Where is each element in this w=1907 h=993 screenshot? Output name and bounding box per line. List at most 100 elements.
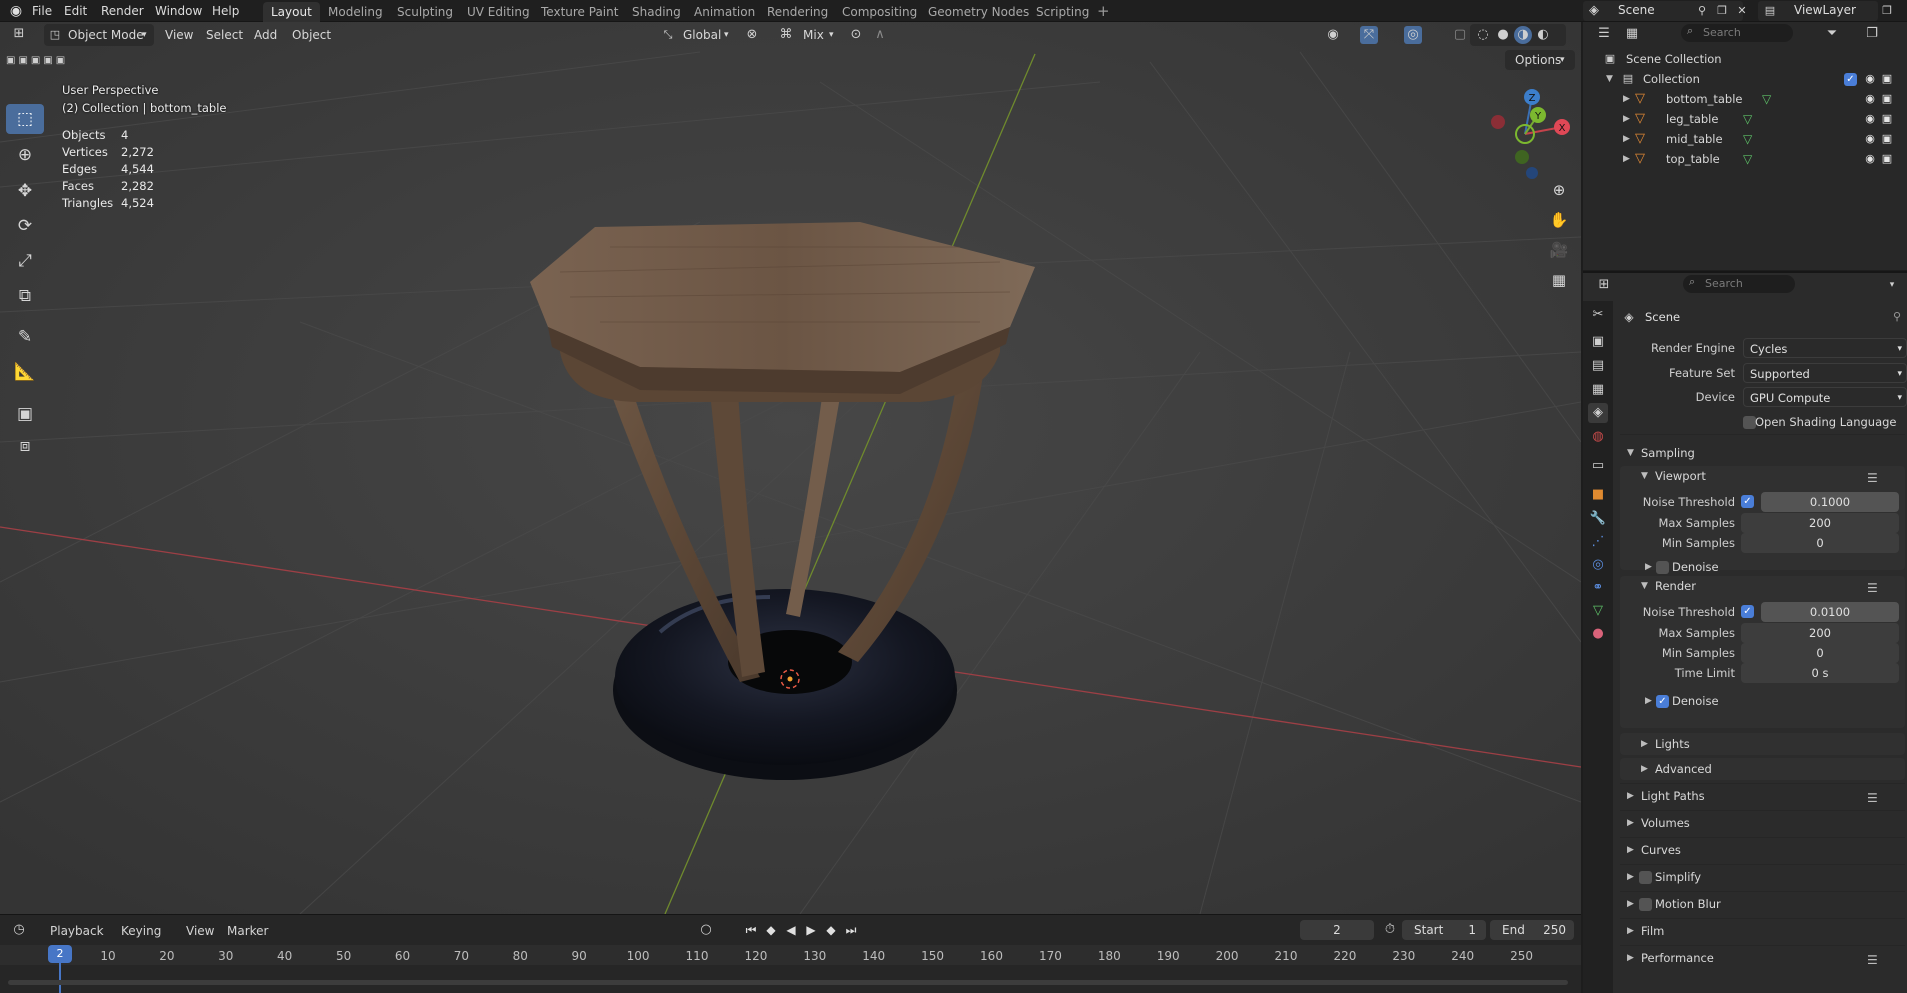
orientation-dropdown[interactable]: Global — [683, 25, 721, 45]
pin-icon[interactable]: ⚲ — [1693, 2, 1711, 20]
menu-playback[interactable]: Playback — [50, 924, 104, 938]
motion-blur-checkbox[interactable] — [1639, 898, 1652, 911]
chevron-right-icon[interactable]: ▶ — [1623, 114, 1630, 124]
display-mode-icon[interactable]: ▦ — [1623, 25, 1641, 43]
gizmo-toggle-icon[interactable]: ⤧ — [1360, 26, 1378, 44]
pan-hand-icon[interactable]: ✋ — [1546, 207, 1572, 233]
menu-file[interactable]: File — [32, 3, 52, 19]
chevron-right-icon[interactable]: ▶ — [1627, 845, 1634, 855]
chevron-right-icon[interactable]: ▶ — [1641, 764, 1648, 774]
eye-icon[interactable]: ◉ — [1863, 92, 1877, 106]
ortho-grid-icon[interactable]: ▦ — [1546, 267, 1572, 293]
move-tool-icon[interactable]: ✥ — [6, 176, 44, 206]
tab-texture-paint[interactable]: Texture Paint — [533, 2, 626, 22]
gizmo-neg-y-axis[interactable] — [1515, 150, 1529, 164]
mode-label[interactable]: Object Mode — [68, 25, 144, 45]
render-tab-icon[interactable]: ▣ — [1588, 332, 1608, 352]
tab-sculpting[interactable]: Sculpting — [389, 2, 461, 22]
vp-noise-checkbox[interactable]: ✓ — [1741, 495, 1754, 508]
object-tab-icon[interactable]: ■ — [1588, 485, 1608, 505]
constraints-tab-icon[interactable]: ⚭ — [1588, 578, 1608, 598]
timeline-scrollbar[interactable] — [8, 980, 1568, 985]
visibility-icon[interactable]: ◉ — [1324, 26, 1342, 44]
play-reverse-icon[interactable]: ◀ — [782, 922, 800, 938]
end-frame-field[interactable]: End 250 — [1490, 920, 1574, 940]
menu-render[interactable]: Render — [101, 3, 144, 19]
data-tab-icon[interactable]: ▽ — [1588, 601, 1608, 621]
cursor-tool-icon[interactable]: ⊕ — [6, 140, 44, 170]
auto-keying-icon[interactable]: ○ — [697, 921, 715, 939]
camera-icon[interactable]: ▣ — [1880, 152, 1894, 166]
light-paths-header[interactable]: Light Paths — [1641, 789, 1705, 803]
eye-icon[interactable]: ◉ — [1863, 132, 1877, 146]
menu-select[interactable]: Select — [206, 25, 243, 45]
chevron-right-icon[interactable]: ▶ — [1645, 562, 1652, 572]
chevron-right-icon[interactable]: ▶ — [1627, 872, 1634, 882]
new-view-layer-icon[interactable]: ❐ — [1878, 2, 1896, 20]
r-noise-field[interactable]: 0.0100 — [1761, 602, 1899, 622]
view-layer-name[interactable]: ViewLayer — [1794, 3, 1856, 17]
options-label[interactable]: Options — [1515, 50, 1561, 70]
outliner-item-leg-table[interactable]: ▶ ▽ leg_table ▽ ◉ ▣ — [1583, 109, 1907, 129]
chevron-down-icon[interactable]: ▼ — [1606, 74, 1613, 84]
editor-type-icon[interactable]: ⊞ — [10, 25, 28, 43]
vp-noise-field[interactable]: 0.1000 — [1761, 492, 1899, 512]
r-time-field[interactable]: 0 s — [1741, 663, 1899, 683]
r-min-field[interactable]: 0 — [1741, 643, 1899, 663]
tab-modeling[interactable]: Modeling — [320, 2, 391, 22]
xray-toggle-icon[interactable]: ▢ — [1451, 26, 1469, 44]
zoom-icon[interactable]: ⊕ — [1546, 177, 1572, 203]
menu-view[interactable]: View — [165, 25, 193, 45]
camera-icon[interactable]: ▣ — [1880, 72, 1894, 86]
jump-end-icon[interactable]: ⏭ — [842, 922, 860, 938]
outliner-collection[interactable]: ▼ ▤ Collection ✓ ◉ ▣ — [1583, 69, 1907, 89]
modifier-tab-icon[interactable]: 🔧 — [1588, 509, 1608, 529]
selection-mode-icons[interactable]: ▣▣▣▣▣ — [6, 52, 106, 70]
output-tab-icon[interactable]: ▤ — [1588, 356, 1608, 376]
properties-editor-type-icon[interactable]: ⊞ — [1595, 276, 1613, 294]
volumes-header[interactable]: Volumes — [1641, 816, 1690, 830]
start-frame-field[interactable]: Start 1 — [1402, 920, 1486, 940]
new-scene-icon[interactable]: ❐ — [1713, 2, 1731, 20]
tab-shading[interactable]: Shading — [624, 2, 689, 22]
measure-tool-icon[interactable]: 📐 — [6, 357, 44, 387]
chevron-right-icon[interactable]: ▶ — [1627, 899, 1634, 909]
menu-object[interactable]: Object — [292, 25, 331, 45]
gizmo-neg-z-axis[interactable] — [1526, 167, 1538, 179]
render-header[interactable]: Render — [1655, 579, 1696, 593]
simplify-checkbox[interactable] — [1639, 871, 1652, 884]
vp-denoise-label[interactable]: Denoise — [1672, 560, 1719, 574]
viewport-header[interactable]: Viewport — [1655, 469, 1706, 483]
play-icon[interactable]: ▶ — [802, 922, 820, 938]
pin-icon[interactable]: ⚲ — [1888, 308, 1906, 326]
menu-help[interactable]: Help — [212, 3, 239, 19]
sampling-header[interactable]: Sampling — [1641, 446, 1695, 460]
scene-name[interactable]: Scene — [1618, 3, 1655, 17]
r-noise-checkbox[interactable]: ✓ — [1741, 605, 1754, 618]
collection-tab-icon[interactable]: ▭ — [1588, 456, 1608, 476]
chevron-right-icon[interactable]: ▶ — [1627, 953, 1634, 963]
chevron-down-icon[interactable]: ▼ — [1641, 581, 1648, 591]
menu-add[interactable]: Add — [254, 25, 277, 45]
pivot-point-icon[interactable]: ⊗ — [743, 26, 761, 44]
tab-layout[interactable]: Layout — [263, 2, 320, 22]
material-preview-icon[interactable]: ◑ — [1514, 26, 1532, 44]
menu-edit[interactable]: Edit — [64, 3, 87, 19]
camera-icon[interactable]: ▣ — [1880, 112, 1894, 126]
add-object-tool-icon[interactable]: ⧈ — [6, 431, 44, 461]
outliner-item-bottom-table[interactable]: ▶ ▽ bottom_table ▽ ◉ ▣ — [1583, 89, 1907, 109]
chevron-right-icon[interactable]: ▶ — [1623, 154, 1630, 164]
render-engine-dropdown[interactable]: Cycles ▾ — [1743, 338, 1907, 358]
presets-list-icon[interactable]: ☰ — [1867, 792, 1881, 804]
r-denoise-label[interactable]: Denoise — [1672, 694, 1719, 708]
next-keyframe-icon[interactable]: ◆ — [822, 922, 840, 938]
navigation-gizmo[interactable]: Z X Y — [1480, 82, 1580, 192]
device-dropdown[interactable]: GPU Compute ▾ — [1743, 387, 1907, 407]
mesh-data-icon[interactable]: ▽ — [1743, 132, 1757, 146]
tab-compositing[interactable]: Compositing — [834, 2, 925, 22]
presets-list-icon[interactable]: ☰ — [1867, 582, 1881, 594]
presets-list-icon[interactable]: ☰ — [1867, 472, 1881, 484]
menu-window[interactable]: Window — [155, 3, 202, 19]
select-box-tool-icon[interactable]: ⬚ — [6, 104, 44, 134]
chevron-right-icon[interactable]: ▶ — [1627, 818, 1634, 828]
